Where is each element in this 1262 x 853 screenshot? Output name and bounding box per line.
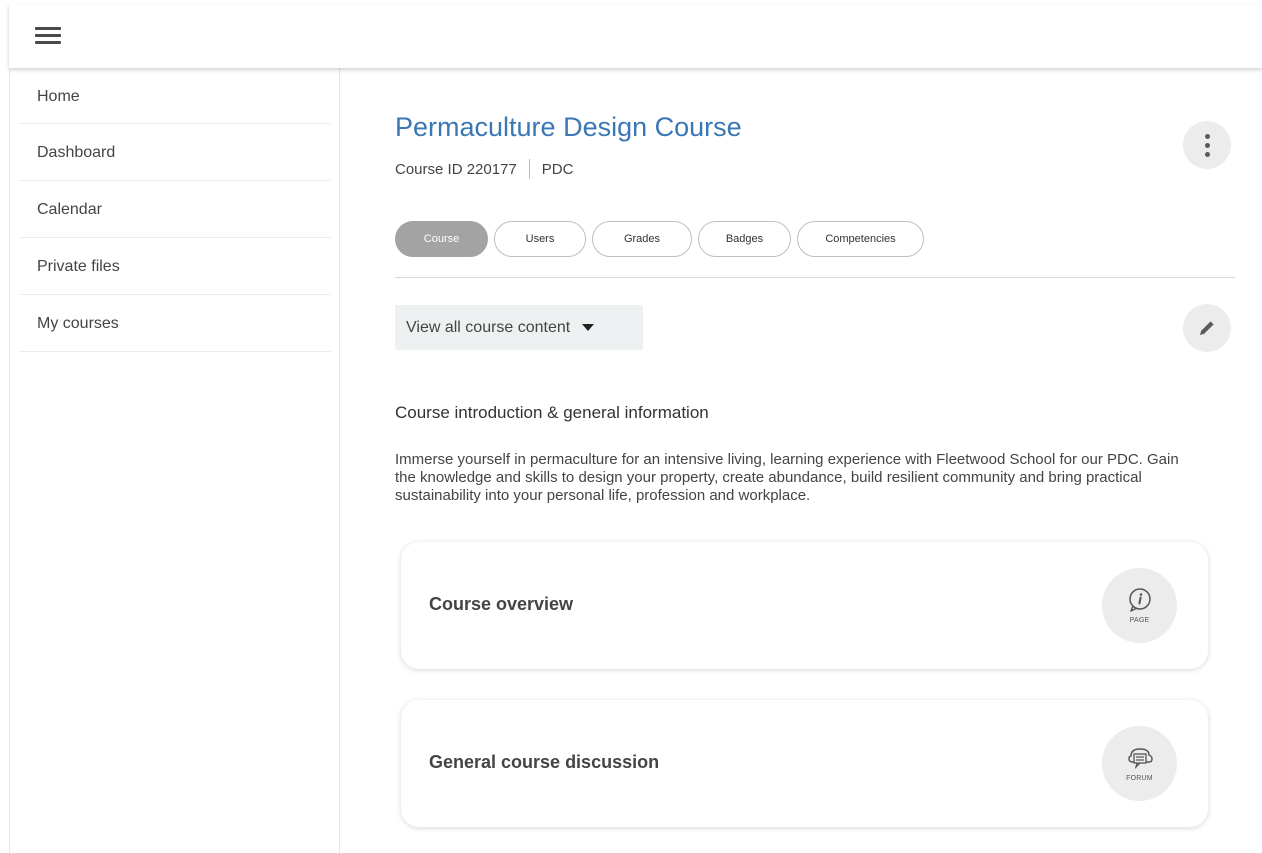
activity-name[interactable]: Course overview: [429, 594, 573, 615]
tabs-divider: [395, 277, 1235, 278]
activity-type-badge: PAGE: [1102, 568, 1177, 643]
main-content: Permaculture Design Course Course ID 220…: [341, 68, 1262, 853]
course-id: Course ID 220177: [395, 160, 517, 178]
kebab-dot: [1204, 142, 1210, 148]
activity-name[interactable]: General course discussion: [429, 752, 659, 773]
dropdown-label: View all course content: [406, 318, 571, 336]
sidebar-item-home[interactable]: Home: [19, 68, 331, 124]
tab-badges[interactable]: Badges: [698, 221, 791, 257]
tab-users[interactable]: Users: [494, 221, 586, 257]
course-meta: Course ID 220177 PDC: [395, 159, 573, 179]
activity-card-general-discussion[interactable]: General course discussion FORUM: [401, 700, 1208, 827]
pencil-icon: [1200, 321, 1214, 335]
kebab-dot: [1204, 151, 1210, 157]
course-actions-button[interactable]: [1183, 121, 1231, 169]
activity-card-course-overview[interactable]: Course overview PAGE: [401, 542, 1208, 669]
tab-competencies[interactable]: Competencies: [797, 221, 924, 257]
info-bubble-icon: [1128, 588, 1151, 612]
kebab-menu-icon: [1204, 133, 1210, 157]
caret-down-icon: [582, 324, 595, 331]
kebab-dot: [1204, 133, 1210, 139]
menu-bar-line: [35, 41, 61, 44]
tab-grades[interactable]: Grades: [592, 221, 692, 257]
page-title: Permaculture Design Course: [395, 112, 742, 142]
menu-bar-line: [35, 27, 61, 30]
course-tabs: Course Users Grades Badges Competencies: [395, 221, 924, 257]
tab-course[interactable]: Course: [395, 221, 488, 257]
hamburger-menu-icon[interactable]: [35, 24, 61, 46]
section-heading: Course introduction & general informatio…: [395, 403, 709, 422]
sidebar-item-private-files[interactable]: Private files: [19, 238, 331, 295]
edit-mode-button[interactable]: [1183, 304, 1231, 352]
top-navbar: [9, 4, 1262, 68]
menu-bar-line: [35, 34, 61, 37]
forum-bubbles-icon: [1127, 748, 1153, 770]
activity-type-badge: FORUM: [1102, 726, 1177, 801]
activity-type-label: FORUM: [1126, 775, 1153, 782]
sidebar-item-dashboard[interactable]: Dashboard: [19, 124, 331, 181]
sidebar-nav: Home Dashboard Calendar Private files My…: [9, 68, 340, 853]
course-short-name: PDC: [541, 160, 574, 178]
sidebar-item-my-courses[interactable]: My courses: [19, 295, 331, 352]
course-content-dropdown[interactable]: View all course content: [395, 305, 643, 350]
activity-type-label: PAGE: [1129, 617, 1150, 624]
sidebar-item-calendar[interactable]: Calendar: [19, 181, 331, 238]
meta-divider: [528, 159, 530, 179]
section-summary: Immerse yourself in permaculture for an …: [395, 451, 1179, 504]
